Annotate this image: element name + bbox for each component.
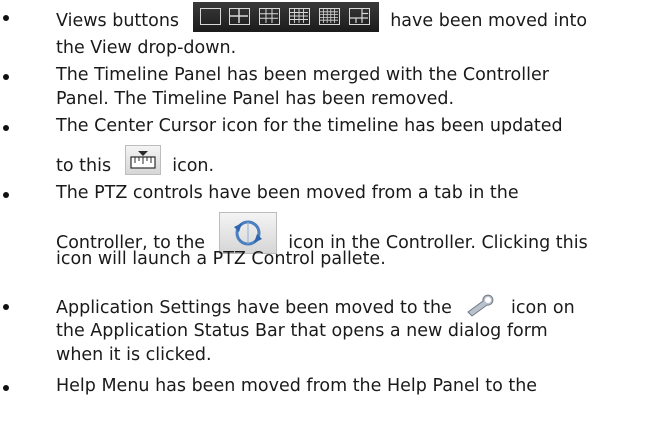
bullet-line: The Timeline Panel has been merged with … (56, 65, 549, 85)
single-view-icon (199, 8, 221, 25)
bullet-line: the Application Status Bar that opens a … (56, 321, 548, 341)
grid-4x4-icon (288, 8, 310, 25)
bullet-dot (3, 385, 9, 391)
bullet-line: Application Settings have been moved to … (56, 292, 575, 321)
bullet-dot (3, 304, 9, 310)
center-cursor-icon (124, 145, 161, 175)
bullet-line: to this icon. (56, 145, 215, 181)
bullet-dot (3, 15, 9, 21)
ptz-control-icon (218, 212, 277, 254)
bullet-line: The Center Cursor icon for the timeline … (56, 116, 563, 136)
grid-2x2-icon (228, 8, 250, 25)
views-buttons-strip (192, 2, 379, 32)
bullet-text: Views buttons (56, 11, 180, 31)
grid-3x3-icon (258, 8, 280, 25)
bullet-line: Views buttons have been moved into (56, 2, 588, 36)
bullet-text: have been moved into (390, 11, 588, 31)
bullet-text: to this (56, 156, 112, 176)
bullet-line: The PTZ controls have been moved from a … (56, 183, 519, 203)
bullet-text: Application Settings have been moved to … (56, 298, 452, 318)
bullet-line: the View drop-down. (56, 38, 237, 58)
wrench-icon (463, 292, 500, 318)
bullet-dot (3, 192, 9, 198)
bullet-line: Panel. The Timeline Panel has been remov… (56, 89, 455, 109)
grid-5x5-icon (318, 8, 340, 25)
grid-1plus5-icon (348, 8, 370, 25)
bullet-line: when it is clicked. (56, 345, 212, 365)
bullet-dot (3, 125, 9, 131)
bullet-text: icon on (511, 298, 575, 318)
bullet-line: Help Menu has been moved from the Help P… (56, 376, 538, 396)
bullet-dot (3, 74, 9, 80)
bullet-line: icon will launch a PTZ Control pallete. (56, 249, 386, 269)
bullet-text: icon. (172, 156, 215, 176)
